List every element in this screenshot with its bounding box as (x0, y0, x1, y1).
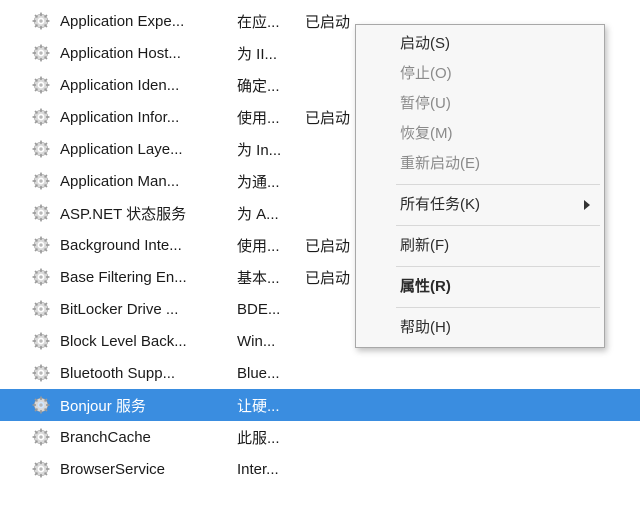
gear-icon (32, 44, 54, 62)
service-name: BrowserService (60, 461, 165, 478)
service-status: 已启动 (305, 110, 350, 127)
service-name: Application Expe... (60, 13, 184, 30)
menu-start[interactable]: 启动(S) (358, 29, 602, 59)
service-desc: Inter... (237, 461, 279, 478)
menu-separator (396, 184, 600, 185)
service-desc: BDE... (237, 301, 280, 318)
service-desc: 为通... (237, 174, 280, 191)
menu-help[interactable]: 帮助(H) (358, 313, 602, 343)
service-desc: 确定... (237, 78, 280, 95)
menu-all-tasks-label: 所有任务(K) (400, 196, 480, 213)
service-status: 已启动 (305, 270, 350, 287)
gear-icon (32, 76, 54, 94)
service-name: Application Infor... (60, 109, 179, 126)
service-row[interactable]: Bonjour 服务 让硬... (0, 389, 640, 421)
menu-separator (396, 307, 600, 308)
service-row[interactable]: BranchCache 此服... (0, 421, 640, 453)
service-name: Background Inte... (60, 237, 182, 254)
submenu-arrow-icon (584, 200, 590, 210)
gear-icon (32, 236, 54, 254)
service-name: Application Iden... (60, 77, 179, 94)
service-name: BranchCache (60, 429, 151, 446)
service-name: Bluetooth Supp... (60, 365, 175, 382)
service-row[interactable]: Bluetooth Supp... Blue... (0, 357, 640, 389)
menu-separator (396, 225, 600, 226)
gear-icon (32, 268, 54, 286)
context-menu: 启动(S) 停止(O) 暂停(U) 恢复(M) 重新启动(E) 所有任务(K) … (355, 24, 605, 348)
service-desc: 此服... (237, 430, 280, 447)
gear-icon (32, 204, 54, 222)
gear-icon (32, 396, 54, 414)
service-desc: 让硬... (237, 398, 280, 415)
menu-separator (396, 266, 600, 267)
service-desc: 在应... (237, 14, 280, 31)
service-name: Application Man... (60, 173, 179, 190)
service-desc: 使用... (237, 238, 280, 255)
service-name: Block Level Back... (60, 333, 187, 350)
gear-icon (32, 300, 54, 318)
service-status: 已启动 (305, 238, 350, 255)
service-desc: 为 In... (237, 142, 281, 159)
service-desc: 基本... (237, 270, 280, 287)
service-name: Bonjour 服务 (60, 395, 146, 416)
service-name: Application Host... (60, 45, 181, 62)
service-desc: 使用... (237, 110, 280, 127)
service-desc: 为 A... (237, 206, 279, 223)
menu-refresh[interactable]: 刷新(F) (358, 231, 602, 261)
menu-stop[interactable]: 停止(O) (358, 59, 602, 89)
gear-icon (32, 460, 54, 478)
service-row[interactable]: BrowserService Inter... (0, 453, 640, 485)
gear-icon (32, 172, 54, 190)
service-name: ASP.NET 状态服务 (60, 203, 186, 224)
service-desc: 为 II... (237, 46, 277, 63)
gear-icon (32, 108, 54, 126)
gear-icon (32, 364, 54, 382)
service-name: BitLocker Drive ... (60, 301, 178, 318)
gear-icon (32, 12, 54, 30)
menu-all-tasks[interactable]: 所有任务(K) (358, 190, 602, 220)
menu-restart[interactable]: 重新启动(E) (358, 149, 602, 179)
menu-properties[interactable]: 属性(R) (358, 272, 602, 302)
service-desc: Blue... (237, 365, 280, 382)
gear-icon (32, 140, 54, 158)
menu-resume[interactable]: 恢复(M) (358, 119, 602, 149)
service-desc: Win... (237, 333, 275, 350)
service-name: Application Laye... (60, 141, 183, 158)
gear-icon (32, 332, 54, 350)
service-status: 已启动 (305, 14, 350, 31)
service-name: Base Filtering En... (60, 269, 187, 286)
gear-icon (32, 428, 54, 446)
menu-pause[interactable]: 暂停(U) (358, 89, 602, 119)
